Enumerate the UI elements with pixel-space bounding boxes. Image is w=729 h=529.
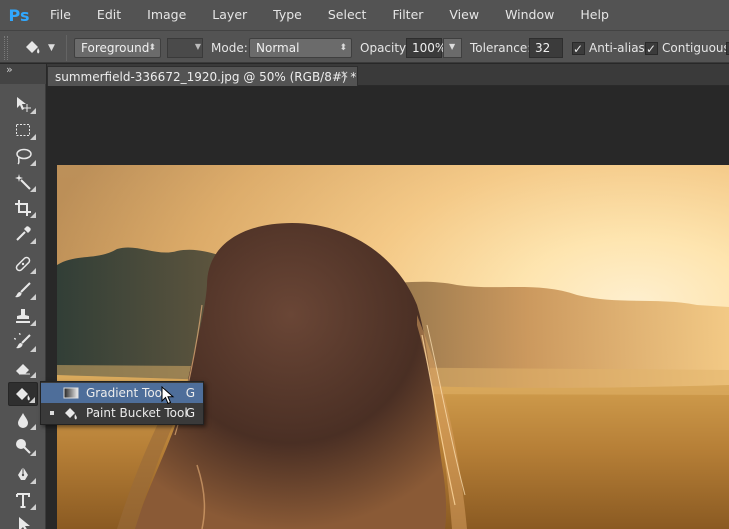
paint-bucket-icon (65, 408, 77, 420)
checkbox-checked-icon (645, 39, 658, 59)
document-tab-title: summerfield-336672_1920.jpg @ 50% (RGB/8… (55, 69, 357, 84)
contiguous-label: Contiguous (662, 41, 729, 55)
updown-arrows-icon: ⬍ (148, 43, 156, 53)
pen-tool[interactable] (8, 462, 38, 486)
tolerance-input[interactable]: 32 (529, 38, 563, 58)
menu-edit[interactable]: Edit (84, 0, 134, 30)
flyout-item-paint-bucket-tool[interactable]: Paint Bucket Tool G (41, 403, 203, 423)
opacity-dropdown-button[interactable]: ▼ (443, 38, 462, 58)
menu-filter[interactable]: Filter (379, 0, 436, 30)
antialias-checkbox[interactable]: Anti-alias (572, 38, 645, 59)
eraser-tool[interactable] (8, 356, 38, 380)
menu-bar: Ps File Edit Image Layer Type Select Fil… (0, 0, 729, 30)
history-brush-tool[interactable] (8, 330, 38, 354)
flyout-item-shortcut: G (185, 386, 195, 400)
contiguous-checkbox[interactable]: Contiguous (645, 38, 729, 59)
chevron-down-icon: ▼ (194, 42, 201, 51)
tool-flyout-menu: Gradient Tool G Paint Bucket Tool G (40, 381, 204, 425)
selected-bullet-icon (50, 411, 54, 415)
lasso-tool[interactable] (8, 144, 38, 168)
mode-label: Mode: (211, 41, 248, 55)
flyout-item-label: Paint Bucket Tool (86, 406, 188, 420)
menu-select[interactable]: Select (315, 0, 380, 30)
divider (66, 35, 67, 61)
healing-brush-tool[interactable] (8, 252, 38, 276)
flyout-item-shortcut: G (185, 406, 195, 420)
chevron-down-icon: ▼ (449, 42, 456, 51)
magic-wand-tool[interactable] (8, 170, 38, 194)
flyout-item-label: Gradient Tool (86, 386, 166, 400)
document-tab[interactable]: summerfield-336672_1920.jpg @ 50% (RGB/8… (47, 66, 358, 86)
dodge-tool[interactable] (8, 434, 38, 458)
type-tool[interactable] (8, 488, 38, 512)
menu-help[interactable]: Help (567, 0, 622, 30)
menu-image[interactable]: Image (134, 0, 199, 30)
arrow-icon (19, 517, 30, 529)
photoshop-logo[interactable]: Ps (4, 0, 34, 30)
fill-source-value: Foreground (81, 41, 150, 55)
chevron-down-icon: ▼ (48, 43, 55, 53)
menu-type[interactable]: Type (260, 0, 315, 30)
menu-file[interactable]: File (34, 0, 84, 30)
opacity-label: Opacity: (360, 41, 410, 55)
mouse-cursor-icon (161, 386, 175, 405)
path-selection-tool[interactable] (8, 512, 38, 529)
pattern-picker[interactable]: ▼ (167, 38, 203, 58)
options-bar: ▼ Foreground ⬍ ▼ Mode: Normal ⬍ Opacity:… (0, 30, 729, 63)
updown-arrows-icon: ⬍ (339, 43, 347, 53)
sunset-field-portrait-image (57, 165, 729, 529)
opacity-input[interactable]: 100% (406, 38, 446, 58)
mode-value: Normal (256, 41, 300, 55)
menu-window[interactable]: Window (492, 0, 567, 30)
document-canvas-photo[interactable] (57, 165, 729, 529)
fill-source-dropdown[interactable]: Foreground ⬍ (74, 38, 161, 58)
options-bar-grip[interactable] (4, 36, 8, 60)
crop-tool[interactable] (8, 196, 38, 220)
document-tab-bar: summerfield-336672_1920.jpg @ 50% (RGB/8… (47, 64, 729, 86)
menu-view[interactable]: View (436, 0, 492, 30)
paint-bucket-tool[interactable] (8, 382, 38, 406)
eyedropper-tool[interactable] (8, 222, 38, 246)
toolbox (0, 84, 46, 529)
brush-tool[interactable] (8, 278, 38, 302)
checkbox-checked-icon (572, 39, 585, 59)
blur-tool[interactable] (8, 408, 38, 432)
clone-stamp-tool[interactable] (8, 304, 38, 328)
mode-dropdown[interactable]: Normal ⬍ (249, 38, 352, 58)
tolerance-label: Tolerance: (470, 41, 532, 55)
close-icon[interactable]: × (340, 68, 349, 81)
collapse-panel-icon[interactable]: » (6, 63, 13, 76)
toolbox-header: » (0, 63, 46, 84)
gradient-icon (63, 387, 79, 399)
flyout-item-gradient-tool[interactable]: Gradient Tool G (41, 383, 203, 403)
menu-layer[interactable]: Layer (199, 0, 260, 30)
tool-preset-picker[interactable]: ▼ (22, 38, 66, 58)
paint-bucket-icon (26, 41, 40, 54)
move-tool[interactable] (8, 92, 38, 116)
antialias-label: Anti-alias (589, 41, 645, 55)
marquee-tool[interactable] (8, 118, 38, 142)
